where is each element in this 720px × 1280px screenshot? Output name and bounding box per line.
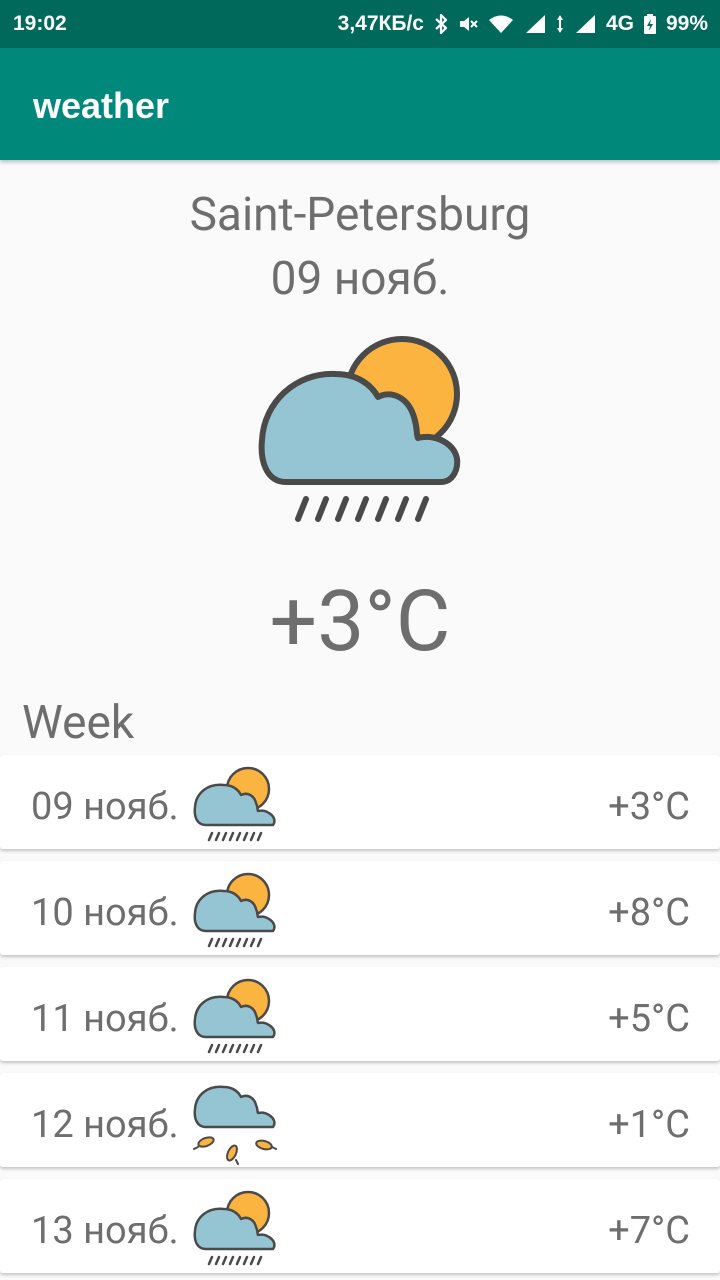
forecast-date: 10 нояб. bbox=[31, 891, 179, 935]
app-bar: weather bbox=[0, 48, 720, 160]
cloud-sun-rain-icon bbox=[192, 761, 278, 851]
cloud-leaves-icon bbox=[192, 1079, 278, 1169]
status-bar: 19:02 3,47КБ/с 4G 99% bbox=[0, 0, 720, 48]
battery-icon bbox=[643, 14, 656, 34]
forecast-row[interactable]: 12 нояб. +1°C bbox=[0, 1073, 720, 1167]
wifi-icon bbox=[488, 14, 514, 34]
network-type: 4G bbox=[605, 12, 634, 35]
forecast-row[interactable]: 11 нояб. +5°C bbox=[0, 967, 720, 1061]
cloud-sun-rain-icon bbox=[256, 322, 466, 532]
status-icons: 3,47КБ/с 4G 99% bbox=[338, 12, 708, 36]
cloud-sun-rain-icon bbox=[192, 867, 278, 957]
bluetooth-icon bbox=[434, 13, 448, 35]
forecast-date: 09 нояб. bbox=[31, 785, 179, 829]
current-date: 09 нояб. bbox=[270, 252, 450, 306]
forecast-date: 11 нояб. bbox=[31, 997, 179, 1041]
cloud-sun-rain-icon bbox=[192, 973, 278, 1063]
status-time: 19:02 bbox=[13, 12, 67, 35]
data-arrows-icon bbox=[556, 14, 564, 34]
forecast-temperature: +7°C bbox=[608, 1209, 690, 1253]
week-heading: Week bbox=[22, 696, 135, 750]
battery-level: 99% bbox=[665, 12, 708, 35]
signal-icon bbox=[524, 14, 546, 34]
forecast-date: 12 нояб. bbox=[31, 1103, 179, 1147]
forecast-temperature: +3°C bbox=[608, 785, 690, 829]
forecast-row[interactable]: 10 нояб. +8°C bbox=[0, 861, 720, 955]
mute-icon bbox=[458, 14, 478, 34]
city-name: Saint-Petersburg bbox=[189, 188, 531, 242]
forecast-row[interactable]: 13 нояб. +7°C bbox=[0, 1179, 720, 1273]
forecast-temperature: +5°C bbox=[608, 997, 690, 1041]
network-speed: 3,47КБ/с bbox=[337, 12, 424, 35]
cloud-sun-rain-icon bbox=[192, 1185, 278, 1275]
current-temperature: +3°C bbox=[269, 572, 451, 671]
forecast-temperature: +1°C bbox=[608, 1103, 690, 1147]
forecast-temperature: +8°C bbox=[608, 891, 690, 935]
forecast-date: 13 нояб. bbox=[31, 1209, 179, 1253]
app-title: weather bbox=[33, 85, 170, 126]
signal-icon bbox=[574, 14, 596, 34]
forecast-row[interactable]: 09 нояб. +3°C bbox=[0, 755, 720, 849]
